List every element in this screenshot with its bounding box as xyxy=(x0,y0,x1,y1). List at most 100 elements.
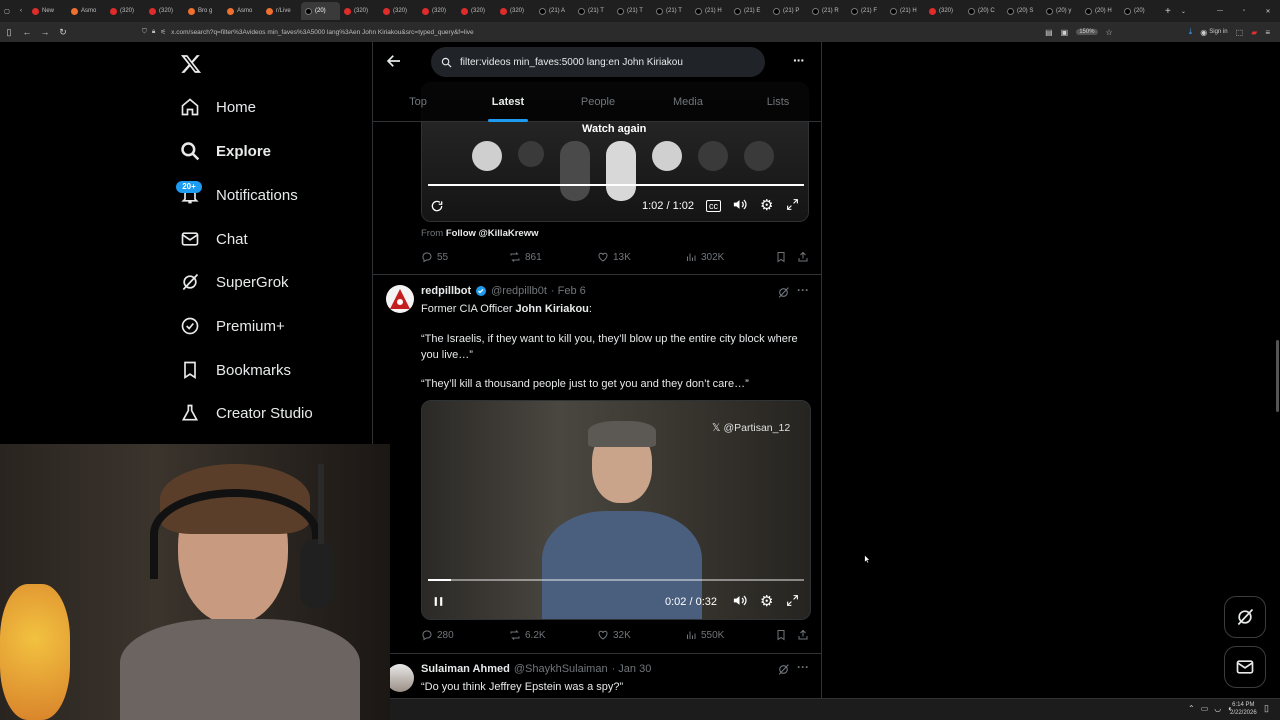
tab-latest[interactable]: Latest xyxy=(463,88,553,122)
minimize-icon[interactable]: — xyxy=(1208,8,1232,14)
browser-tab[interactable]: (320) xyxy=(457,2,496,20)
browser-tab[interactable]: (20) H xyxy=(1081,2,1120,20)
screenshot-icon[interactable]: ▣ xyxy=(1061,28,1069,37)
browser-tab[interactable]: (20) C xyxy=(964,2,1003,20)
fullscreen-icon[interactable] xyxy=(786,594,799,607)
captions-icon[interactable]: cc xyxy=(706,200,721,212)
browser-tab[interactable]: (20) y xyxy=(1042,2,1081,20)
monitor-icon[interactable]: ▭ xyxy=(1201,704,1209,713)
follow-link[interactable]: Follow @KillaKreww xyxy=(446,228,539,239)
new-tab-icon[interactable]: + xyxy=(1165,6,1171,17)
reload-icon[interactable]: ↻ xyxy=(54,27,72,38)
avatar[interactable] xyxy=(386,664,414,692)
like-button[interactable]: 13K xyxy=(597,251,685,263)
scrollbar-thumb[interactable] xyxy=(1276,340,1279,412)
browser-tab[interactable]: New xyxy=(28,2,67,20)
tweet-date[interactable]: · Feb 6 xyxy=(551,285,586,297)
more-options-icon[interactable]: ··· xyxy=(793,52,805,68)
settings-gear-icon[interactable]: ⚙ xyxy=(760,196,773,214)
browser-tab[interactable]: (320) xyxy=(106,2,145,20)
back-arrow-icon[interactable] xyxy=(385,52,403,70)
author-name[interactable]: Sulaiman Ahmed xyxy=(421,663,510,675)
volume-icon[interactable] xyxy=(732,197,747,212)
browser-tab[interactable]: (320) xyxy=(145,2,184,20)
tab-top[interactable]: Top xyxy=(373,88,463,122)
wifi-icon[interactable]: ◡ xyxy=(1214,704,1221,713)
notification-center-icon[interactable]: ▯ xyxy=(1264,703,1269,714)
tab-lists[interactable]: Lists xyxy=(733,88,821,122)
download-icon[interactable]: ⤓ xyxy=(1189,27,1193,37)
x-logo-icon[interactable] xyxy=(180,53,202,75)
sidebar-item-home[interactable]: Home xyxy=(180,97,256,117)
extensions-icon[interactable]: ⬚ xyxy=(1236,28,1244,37)
browser-tab[interactable]: (320) xyxy=(925,2,964,20)
close-window-icon[interactable]: ✕ xyxy=(1256,8,1280,15)
browser-menu-icon[interactable]: ≡ xyxy=(1265,28,1270,37)
avatar[interactable] xyxy=(386,285,414,313)
browser-tab[interactable]: r/Live xyxy=(262,2,301,20)
sidebar-item-bookmarks[interactable]: Bookmarks xyxy=(180,360,291,380)
bookmark-button[interactable] xyxy=(775,251,797,263)
tab-media[interactable]: Media xyxy=(643,88,733,122)
author-handle[interactable]: @ShaykhSulaiman xyxy=(514,663,608,675)
reader-icon[interactable]: ▤ xyxy=(1045,28,1053,37)
browser-tab[interactable]: (21) T xyxy=(613,2,652,20)
browser-tab[interactable]: Asmo xyxy=(67,2,106,20)
video-progress-track[interactable] xyxy=(428,184,804,186)
pause-icon[interactable] xyxy=(432,595,445,608)
tab-list-icon[interactable]: ▢ xyxy=(0,8,14,15)
reply-button[interactable]: 55 xyxy=(421,251,509,263)
fullscreen-icon[interactable] xyxy=(786,198,799,211)
tab-menu-icon[interactable]: ⌄ xyxy=(1181,8,1186,15)
zoom-level[interactable]: 150% xyxy=(1076,29,1098,35)
sidebar-item-supergrok[interactable]: SuperGrok xyxy=(180,272,289,292)
browser-tab[interactable]: Bro g xyxy=(184,2,223,20)
browser-tab[interactable]: (21) T xyxy=(574,2,613,20)
restore-icon[interactable]: ▫ xyxy=(1232,8,1256,14)
views-button[interactable]: 302K xyxy=(685,251,775,263)
tweet-date[interactable]: · Jan 30 xyxy=(612,663,652,675)
star-icon[interactable]: ☆ xyxy=(1106,28,1113,37)
sidebar-item-creator-studio[interactable]: Creator Studio xyxy=(180,403,313,423)
repost-button[interactable]: 861 xyxy=(509,251,597,263)
browser-tab[interactable]: (21) H xyxy=(886,2,925,20)
reply-button[interactable]: 280 xyxy=(421,629,509,641)
volume-icon[interactable] xyxy=(732,593,747,608)
share-button[interactable] xyxy=(797,629,809,641)
tab-scroll-icon[interactable]: ‹ xyxy=(14,8,28,14)
browser-tab[interactable]: (20) S xyxy=(1003,2,1042,20)
chevron-up-icon[interactable]: ⌃ xyxy=(1188,704,1195,713)
account-icon[interactable]: ◉ xyxy=(1200,28,1207,37)
browser-tab[interactable]: (20) xyxy=(301,2,340,20)
clock[interactable]: 6:14 PM 2/22/2026 xyxy=(1230,701,1257,717)
browser-tab[interactable]: (21) A xyxy=(535,2,574,20)
browser-tab[interactable]: (320) xyxy=(418,2,457,20)
like-button[interactable]: 32K xyxy=(597,629,685,641)
watch-again-label[interactable]: Watch again xyxy=(582,123,646,135)
back-icon[interactable]: ← xyxy=(18,27,36,37)
sidebar-item-explore[interactable]: Explore xyxy=(180,141,271,161)
grok-fab[interactable] xyxy=(1224,596,1266,638)
browser-tab[interactable]: (21) R xyxy=(808,2,847,20)
browser-tab[interactable]: (320) xyxy=(379,2,418,20)
video-progress-track[interactable] xyxy=(428,579,804,581)
share-button[interactable] xyxy=(797,251,809,263)
settings-gear-icon[interactable]: ⚙ xyxy=(760,592,773,610)
messages-fab[interactable] xyxy=(1224,646,1266,688)
author-handle[interactable]: @redpillb0t xyxy=(491,285,547,297)
tab-people[interactable]: People xyxy=(553,88,643,122)
browser-tab[interactable]: (20) xyxy=(1120,2,1159,20)
forward-icon[interactable]: → xyxy=(36,27,54,37)
browser-tab[interactable]: (21) F xyxy=(847,2,886,20)
author-name[interactable]: redpillbot xyxy=(421,285,471,297)
views-button[interactable]: 550K xyxy=(685,629,775,641)
sidebar-item-chat[interactable]: Chat xyxy=(180,229,248,249)
browser-tab[interactable]: (320) xyxy=(340,2,379,20)
url-field[interactable]: ⛉ 🔒︎ ⚟ x.com/search?q=filter%3Avideos mi… xyxy=(142,25,1045,39)
browser-tab[interactable]: (21) P xyxy=(769,2,808,20)
extension-red-icon[interactable]: ▰ xyxy=(1251,28,1257,37)
replay-icon[interactable] xyxy=(430,199,444,213)
browser-tab[interactable]: (21) H xyxy=(691,2,730,20)
signin-label[interactable]: Sign in xyxy=(1209,29,1227,35)
repost-button[interactable]: 6.2K xyxy=(509,629,597,641)
